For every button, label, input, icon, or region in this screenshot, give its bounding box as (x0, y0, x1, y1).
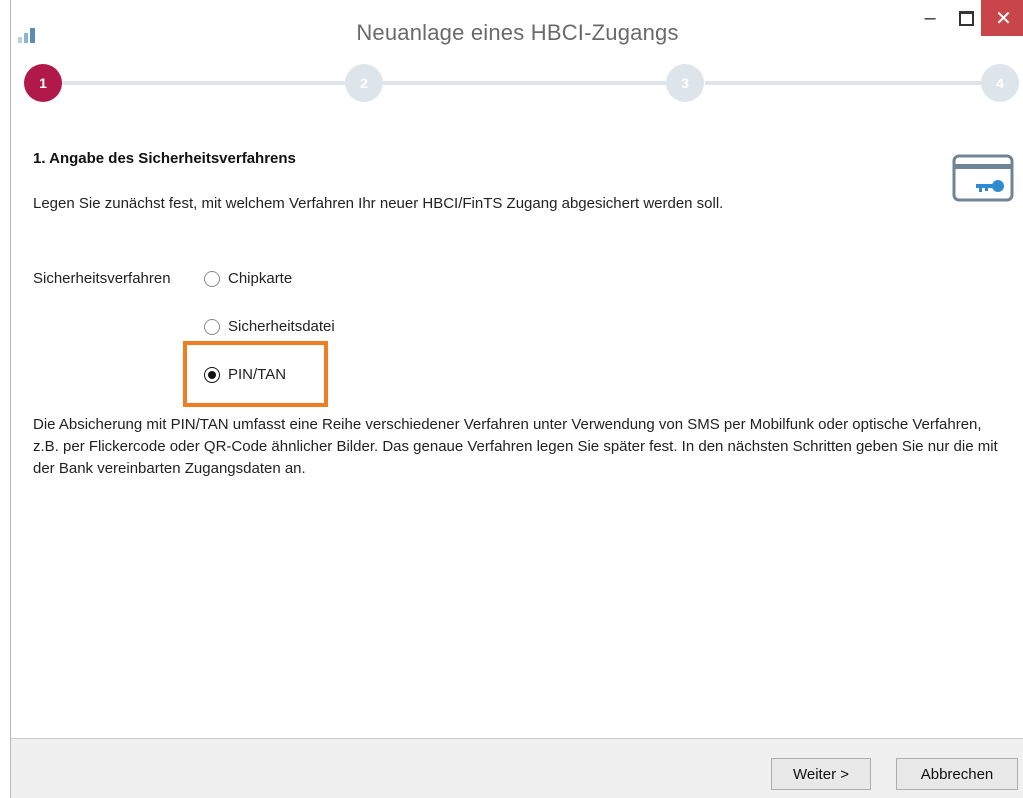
minimize-icon: – (924, 6, 936, 29)
security-card-key-icon (952, 154, 1014, 202)
close-icon: ✕ (995, 7, 1012, 30)
minimize-button[interactable]: – (915, 0, 945, 36)
intro-text: Legen Sie zunächst fest, mit welchem Ver… (33, 195, 724, 212)
description-text: Die Absicherung mit PIN/TAN umfasst eine… (33, 416, 998, 477)
step-2-indicator: 2 (345, 64, 383, 102)
maximize-icon (958, 10, 974, 26)
radio-button[interactable] (204, 270, 220, 287)
radio-button[interactable] (204, 318, 220, 335)
radio-label: Sicherheitsdatei (228, 318, 335, 335)
title-bar[interactable]: Neuanlage eines HBCI-Zugangs – ✕ (11, 0, 1023, 52)
cancel-button[interactable]: Abbrechen (896, 758, 1018, 790)
maximize-button[interactable] (951, 0, 981, 36)
radio-option-sicherheitsdatei[interactable]: Sicherheitsdatei (204, 318, 335, 335)
section-title: 1. Angabe des Sicherheitsverfahrens (33, 150, 296, 167)
close-button[interactable]: ✕ (981, 0, 1023, 36)
window-title: Neuanlage eines HBCI-Zugangs (356, 20, 679, 45)
dialog-window: Neuanlage eines HBCI-Zugangs – ✕ 1 2 3 4… (10, 0, 1023, 798)
wizard-stepper: 1 2 3 4 (11, 52, 1023, 112)
step-3-indicator: 3 (666, 64, 704, 102)
security-method-label: Sicherheitsverfahren (33, 270, 171, 287)
radio-label: Chipkarte (228, 270, 293, 287)
footer-bar (11, 739, 1023, 798)
step-4-indicator: 4 (981, 64, 1019, 102)
step-connector (383, 81, 673, 85)
step-connector (705, 81, 995, 85)
next-button[interactable]: Weiter > (771, 758, 871, 790)
step-connector (61, 81, 351, 85)
radio-option-chipkarte[interactable]: Chipkarte (204, 270, 292, 287)
highlight-box (183, 341, 328, 407)
step-1-indicator: 1 (24, 64, 62, 102)
